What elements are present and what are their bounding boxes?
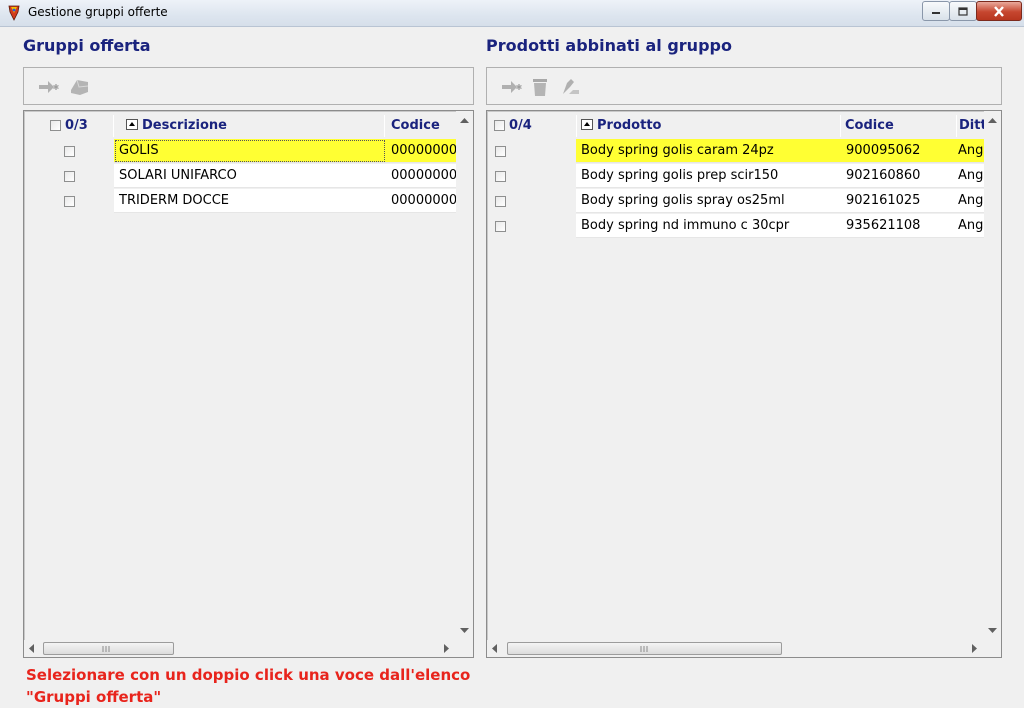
left-toolbar — [23, 67, 474, 105]
minimize-button[interactable] — [922, 1, 950, 21]
ditta-cell[interactable]: Ang — [957, 214, 985, 238]
left-grid: 0/3 Descrizione Codice GOLIS 000000000 S… — [23, 110, 474, 658]
maximize-button[interactable] — [949, 1, 977, 21]
right-horizontal-scrollbar[interactable] — [487, 640, 984, 657]
scroll-down-icon[interactable] — [988, 628, 997, 634]
scroll-left-icon[interactable] — [492, 644, 498, 653]
row-checkbox[interactable] — [64, 196, 75, 207]
codice-cell[interactable]: 000000000 — [386, 139, 458, 163]
descrizione-cell[interactable]: TRIDERM DOCCE — [114, 189, 386, 213]
column-header-codice[interactable]: Codice — [386, 115, 458, 137]
trash-icon[interactable] — [531, 78, 549, 96]
select-all-checkbox[interactable] — [50, 120, 61, 131]
codice-cell[interactable]: 902160860 — [841, 164, 957, 188]
codice-cell[interactable]: 900095062 — [841, 139, 957, 163]
select-all-checkbox[interactable] — [494, 120, 505, 131]
row-checkbox[interactable] — [495, 221, 506, 232]
table-row[interactable]: Body spring golis prep scir150 902160860… — [487, 164, 1001, 189]
row-checkbox[interactable] — [495, 146, 506, 157]
add-icon[interactable] — [38, 78, 60, 96]
sort-asc-icon[interactable] — [581, 119, 593, 130]
column-label-ditta: Ditt — [959, 118, 985, 133]
column-header-codice[interactable]: Codice — [841, 115, 957, 137]
instruction-message: Selezionare con un doppio click una voce… — [26, 664, 470, 708]
scroll-up-icon[interactable] — [988, 118, 997, 124]
table-row[interactable]: Body spring golis spray os25ml 902161025… — [487, 189, 1001, 214]
right-grid-header: 0/4 Prodotto Codice Ditt — [487, 115, 1001, 137]
left-vertical-scrollbar[interactable] — [456, 111, 473, 641]
close-icon — [994, 5, 1004, 17]
prodotto-cell[interactable]: Body spring golis spray os25ml — [576, 189, 841, 213]
left-select-all[interactable]: 0/3 — [24, 115, 114, 137]
column-label-prodotto: Prodotto — [597, 118, 662, 133]
eraser-icon[interactable] — [68, 78, 90, 96]
codice-cell[interactable]: 000000000 — [386, 189, 458, 213]
prodotto-cell[interactable]: Body spring golis caram 24pz — [576, 139, 841, 163]
scroll-right-icon[interactable] — [444, 644, 450, 653]
sort-asc-icon[interactable] — [126, 119, 138, 130]
minimize-icon — [932, 12, 940, 14]
descrizione-cell[interactable]: SOLARI UNIFARCO — [114, 164, 386, 188]
column-label-codice: Codice — [391, 118, 440, 133]
right-panel-title: Prodotti abbinati al gruppo — [486, 36, 732, 55]
scroll-left-icon[interactable] — [29, 644, 35, 653]
right-toolbar — [486, 67, 1002, 105]
right-grid: 0/4 Prodotto Codice Ditt Body spring gol… — [486, 110, 1002, 658]
add-icon[interactable] — [501, 78, 523, 96]
right-scroll-thumb[interactable] — [507, 642, 782, 655]
right-check-count: 0/4 — [509, 118, 532, 133]
left-scroll-thumb[interactable] — [43, 642, 174, 655]
right-select-all[interactable]: 0/4 — [487, 115, 577, 137]
descrizione-cell[interactable]: GOLIS — [114, 139, 386, 163]
codice-cell[interactable]: 935621108 — [841, 214, 957, 238]
scroll-right-icon[interactable] — [972, 644, 978, 653]
column-header-descrizione[interactable]: Descrizione — [122, 115, 385, 137]
column-header-prodotto[interactable]: Prodotto — [577, 115, 841, 137]
codice-cell[interactable]: 902161025 — [841, 189, 957, 213]
row-checkbox[interactable] — [495, 196, 506, 207]
column-label-descrizione: Descrizione — [142, 118, 227, 133]
left-horizontal-scrollbar[interactable] — [24, 640, 456, 657]
left-check-count: 0/3 — [65, 118, 88, 133]
column-label-codice: Codice — [845, 118, 894, 133]
close-button[interactable] — [976, 1, 1022, 21]
row-checkbox[interactable] — [495, 171, 506, 182]
table-row[interactable]: SOLARI UNIFARCO 000000000 — [24, 164, 473, 189]
instruction-line-2: "Gruppi offerta" — [26, 688, 162, 706]
app-icon — [8, 5, 20, 21]
prodotto-cell[interactable]: Body spring golis prep scir150 — [576, 164, 841, 188]
prodotto-cell[interactable]: Body spring nd immuno c 30cpr — [576, 214, 841, 238]
window-title-bar: Gestione gruppi offerte — [0, 0, 1024, 27]
table-row[interactable]: Body spring nd immuno c 30cpr 935621108 … — [487, 214, 1001, 239]
ditta-cell[interactable]: Ang — [957, 164, 985, 188]
right-vertical-scrollbar[interactable] — [984, 111, 1001, 641]
grip-icon — [640, 646, 648, 652]
table-row[interactable]: Body spring golis caram 24pz 900095062 A… — [487, 139, 1001, 164]
row-checkbox[interactable] — [64, 146, 75, 157]
edit-icon[interactable] — [561, 78, 583, 96]
column-header-ditta[interactable]: Ditt — [957, 115, 985, 137]
codice-cell[interactable]: 000000000 — [386, 164, 458, 188]
scroll-up-icon[interactable] — [460, 118, 469, 124]
table-row[interactable]: GOLIS 000000000 — [24, 139, 473, 164]
scroll-down-icon[interactable] — [460, 628, 469, 634]
grip-icon — [102, 646, 110, 652]
ditta-cell[interactable]: Ang — [957, 139, 985, 163]
ditta-cell[interactable]: Ang — [957, 189, 985, 213]
window-title: Gestione gruppi offerte — [28, 5, 168, 19]
table-row[interactable]: TRIDERM DOCCE 000000000 — [24, 189, 473, 214]
left-grid-header: 0/3 Descrizione Codice — [24, 115, 473, 137]
left-panel-title: Gruppi offerta — [23, 36, 151, 55]
row-checkbox[interactable] — [64, 171, 75, 182]
instruction-line-1: Selezionare con un doppio click una voce… — [26, 666, 471, 684]
maximize-icon — [958, 6, 968, 16]
